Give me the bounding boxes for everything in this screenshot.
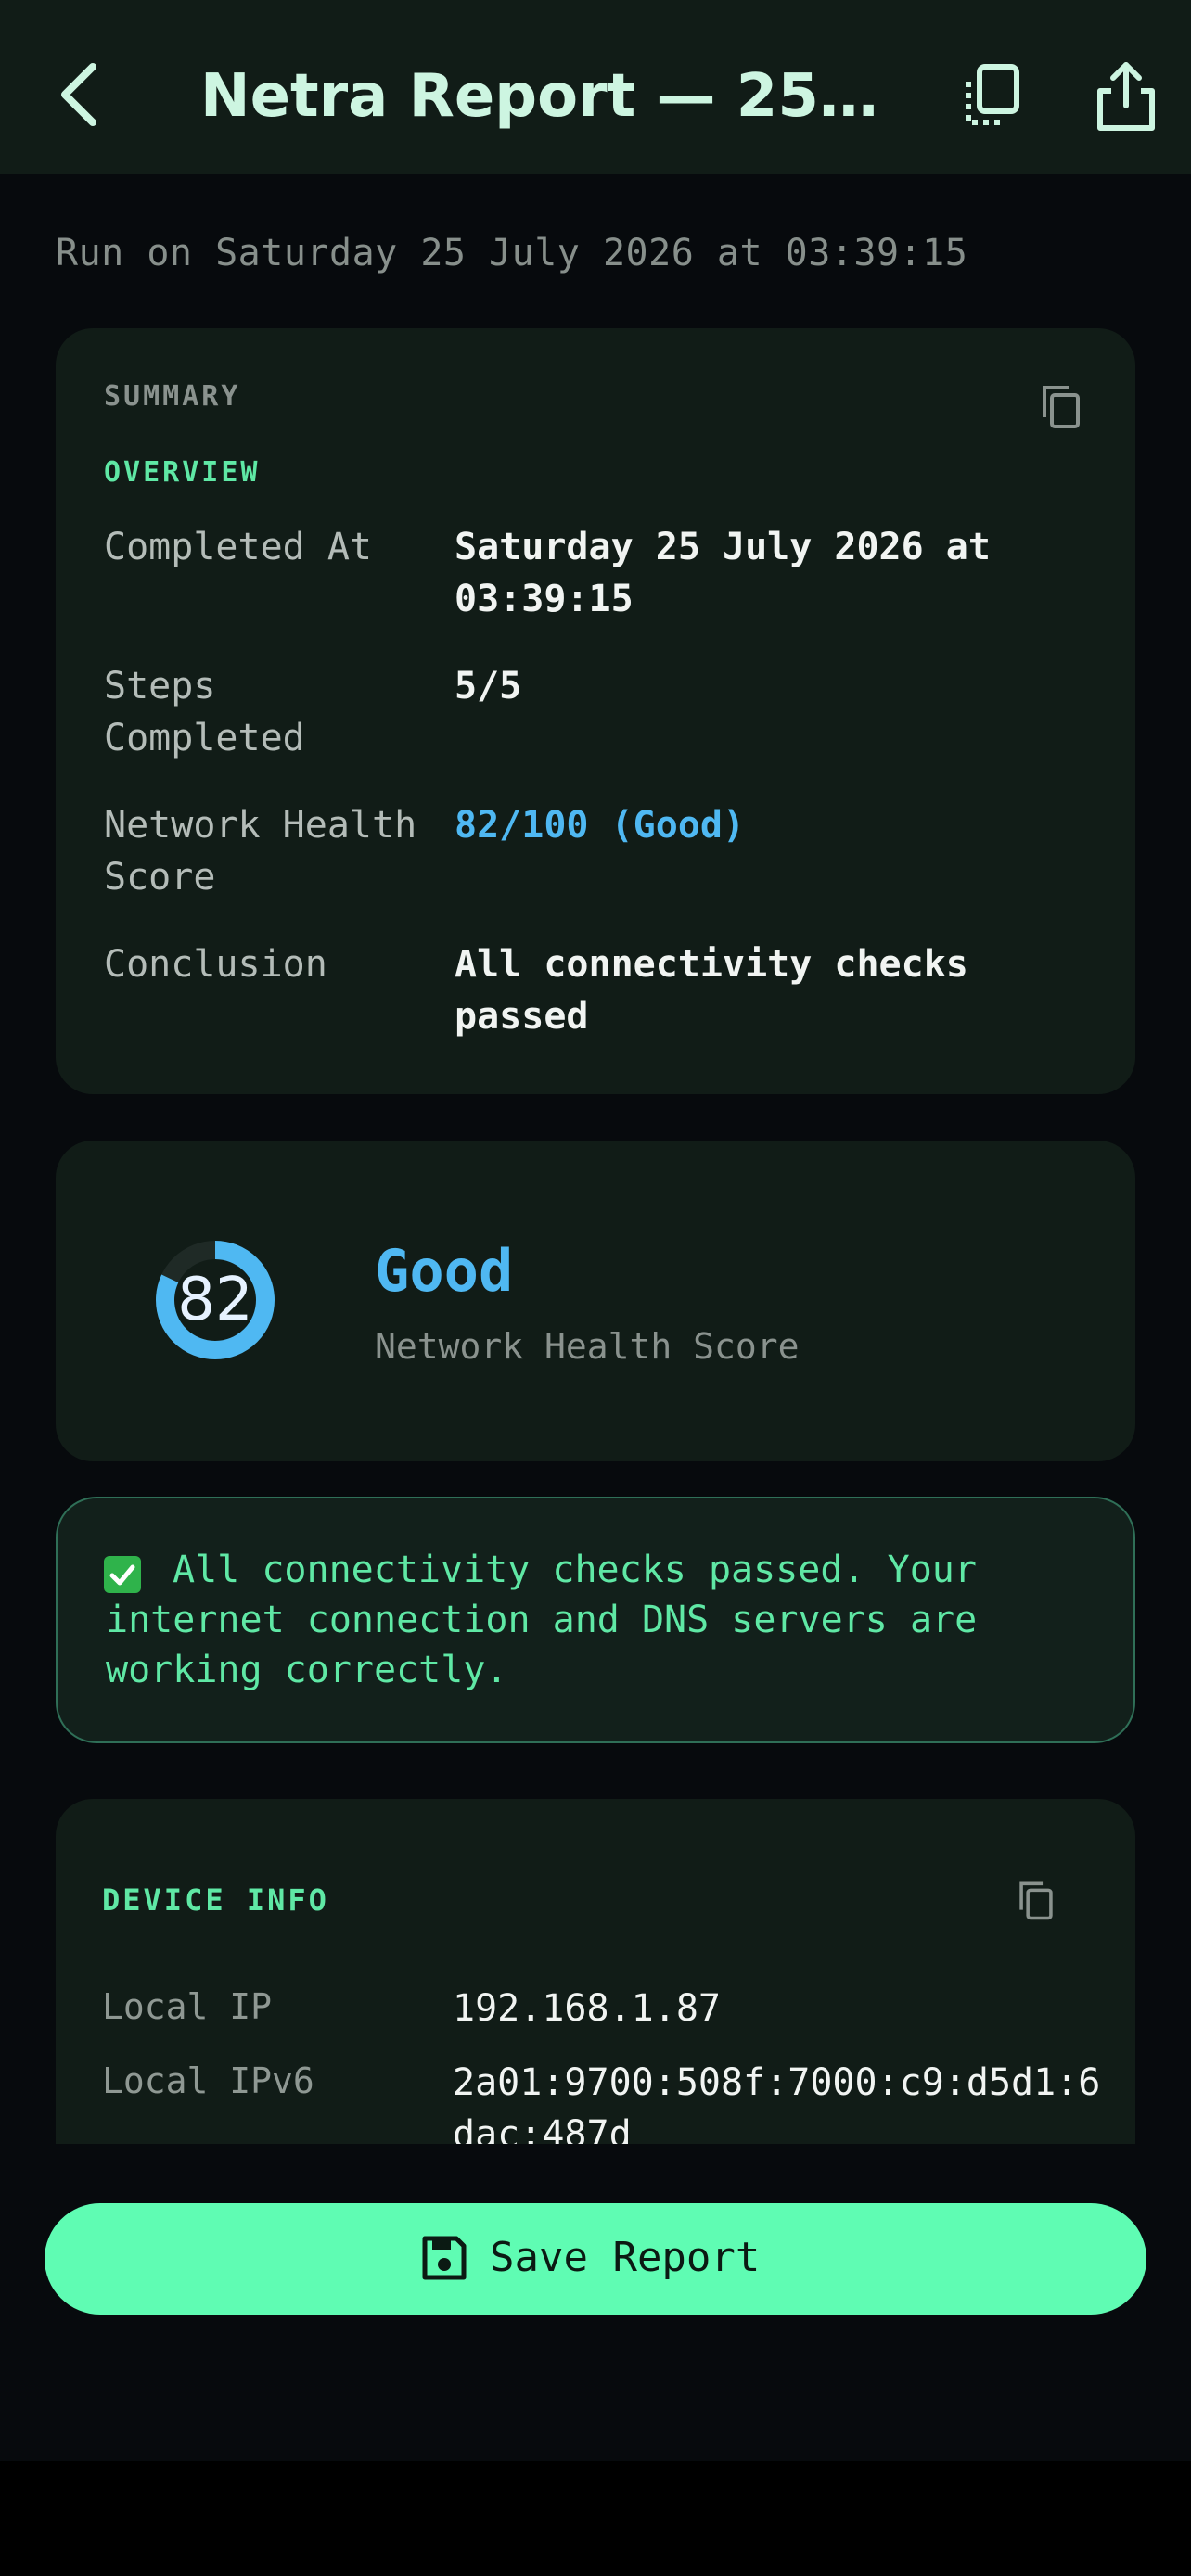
- completed-at-value: Saturday 25 July 2026 at 03:39:15: [455, 526, 991, 620]
- run-timestamp: Run on Saturday 25 July 2026 at 03:39:15: [56, 232, 968, 274]
- score-number: 82: [177, 1266, 253, 1334]
- floppy-disk-icon: [422, 2236, 467, 2280]
- score-caption: Network Health Score: [375, 1326, 800, 1367]
- conclusion-label: Conclusion: [104, 943, 327, 986]
- score-rating: Good: [375, 1237, 514, 1305]
- local-ipv6-label: Local IPv6: [102, 2060, 314, 2101]
- status-message-text: All connectivity checks passed. Your int…: [106, 1549, 978, 1691]
- app-bar: Netra Report — 25 Ju…: [0, 0, 1191, 174]
- save-report-button[interactable]: Save Report: [45, 2203, 1146, 2315]
- conclusion-value: All connectivity checks passed: [455, 943, 968, 1038]
- health-score-card: 82 Good Network Health Score: [56, 1141, 1135, 1461]
- overview-heading: OVERVIEW: [104, 456, 261, 489]
- local-ip-value: 192.168.1.87: [453, 1987, 721, 2030]
- page-title: Netra Report — 25 Ju…: [200, 62, 887, 131]
- copy-icon[interactable]: [1015, 1879, 1057, 1921]
- steps-completed-value: 5/5: [455, 665, 522, 708]
- status-message: All connectivity checks passed. Your int…: [56, 1497, 1135, 1743]
- steps-completed-label: Steps Completed: [104, 665, 305, 759]
- health-score-value: 82/100 (Good): [455, 804, 746, 847]
- copy-all-icon[interactable]: [955, 61, 1026, 132]
- health-score-label: Network Health Score: [104, 804, 417, 899]
- local-ip-label: Local IP: [102, 1986, 273, 2027]
- chevron-left-icon[interactable]: [52, 57, 108, 132]
- device-info-title: DEVICE INFO: [102, 1882, 329, 1918]
- local-ipv6-value: 2a01:9700:508f:7000:c9:d5d1:6dac:487d: [453, 2061, 1101, 2144]
- system-bottom-bar: [0, 2461, 1191, 2576]
- share-icon[interactable]: [1091, 59, 1161, 134]
- copy-icon[interactable]: [1037, 382, 1085, 430]
- summary-card: SUMMARY OVERVIEW Completed At Saturday 2…: [56, 328, 1135, 1094]
- summary-title: SUMMARY: [104, 380, 241, 413]
- device-info-card: DEVICE INFO Local IP 192.168.1.87 Local …: [56, 1799, 1135, 2144]
- completed-at-label: Completed At: [104, 526, 372, 568]
- save-report-label: Save Report: [490, 2234, 761, 2281]
